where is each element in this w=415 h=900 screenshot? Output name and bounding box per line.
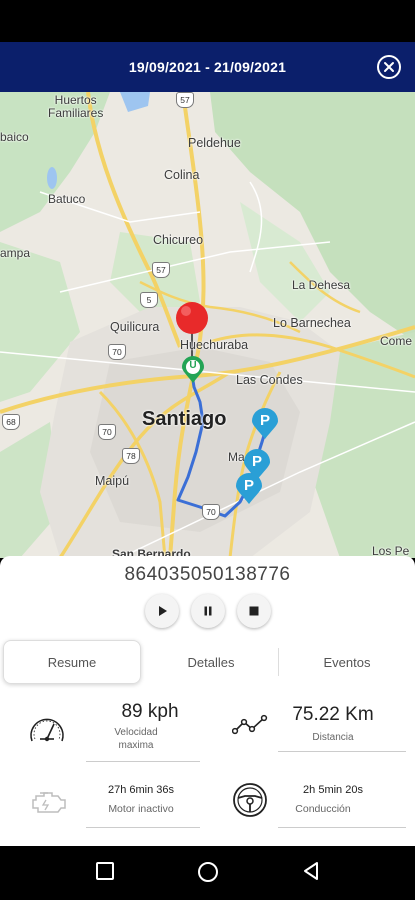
route-shield: 57 — [152, 262, 170, 278]
map-label-ampa: ampa — [0, 246, 31, 260]
pause-button[interactable] — [190, 594, 225, 628]
play-icon — [158, 606, 167, 616]
tab-eventos-label: Eventos — [323, 654, 371, 670]
play-button[interactable] — [144, 594, 179, 628]
tab-detalles[interactable]: Detalles — [143, 640, 279, 684]
route-distance-icon — [231, 714, 268, 741]
driving-time-value: 2h 5min 20s — [303, 784, 363, 796]
map-canvas — [0, 92, 415, 558]
steering-wheel-icon — [231, 781, 269, 824]
driving-time-label: Conducción — [295, 803, 351, 815]
home-icon — [198, 862, 218, 882]
stat-divider — [278, 827, 406, 828]
distance-label: Distancia — [312, 732, 354, 743]
route-shield: 70 — [98, 424, 116, 440]
back-icon — [304, 862, 318, 880]
parking-marker-label: P — [243, 477, 254, 494]
map-label-lo-barnechea: Lo Barnechea — [273, 316, 351, 330]
stat-divider — [86, 761, 200, 762]
route-shield: 70 — [202, 504, 220, 520]
map-label-batuco: Batuco — [48, 192, 86, 206]
tab-resume[interactable]: Resume — [3, 640, 141, 684]
map-label-huertos: Huertos Familiares — [48, 93, 104, 120]
app-screen: 19/09/2021 - 21/09/2021 Huertos Familiar… — [0, 0, 415, 900]
map-label-santiago: Santiago — [142, 408, 227, 430]
idle-time-value: 27h 6min 36s — [107, 784, 175, 796]
map-label-las-condes: Las Condes — [236, 373, 303, 387]
close-icon — [384, 62, 394, 72]
max-speed-value: 89 kph — [121, 701, 179, 722]
stop-button[interactable] — [236, 594, 271, 628]
distance-value: 75.22 Km — [292, 704, 374, 725]
pause-icon — [204, 606, 211, 616]
parking-marker[interactable]: P — [251, 408, 279, 440]
stat-divider — [86, 827, 200, 828]
route-shield: 57 — [176, 92, 194, 108]
back-button[interactable] — [300, 860, 322, 887]
tab-resume-label: Resume — [47, 654, 97, 670]
start-marker[interactable]: U — [181, 356, 205, 384]
device-id: 864035050138776 — [124, 564, 291, 585]
route-shield: 78 — [122, 448, 140, 464]
map-label-huechuraba: Huechuraba — [180, 338, 249, 352]
parking-marker-label: P — [251, 453, 262, 470]
stat-divider — [278, 751, 406, 752]
parking-marker[interactable]: P — [235, 473, 263, 505]
route-shield: 5 — [140, 292, 158, 308]
close-button[interactable] — [377, 55, 401, 79]
system-nav-bar — [0, 846, 415, 900]
idle-time-label: Motor inactivo — [108, 803, 174, 815]
map-label-come: Come — [380, 334, 413, 348]
engine-icon — [28, 788, 68, 821]
route-shield: 70 — [108, 344, 126, 360]
tab-bar: Resume Detalles Eventos — [0, 640, 415, 684]
speedometer-icon — [28, 713, 66, 752]
status-bar — [0, 0, 415, 42]
map-label-colina: Colina — [164, 168, 200, 182]
recents-button[interactable] — [94, 860, 116, 887]
map-label-quilicura: Quilicura — [110, 320, 160, 334]
map-label-peldehue: Peldehue — [188, 136, 241, 150]
max-speed-label: Velocidad maxima — [114, 727, 158, 751]
map-label-chicureo: Chicureo — [153, 233, 204, 247]
playback-controls — [0, 594, 415, 628]
trip-summary-panel: 864035050138776 Resume Detalles Eventos — [0, 556, 415, 846]
map-label-maipu: Maipú — [95, 474, 130, 488]
start-marker-label: U — [189, 360, 197, 371]
recents-icon — [96, 862, 114, 880]
map-label-la-dehesa: La Dehesa — [292, 278, 351, 292]
route-shield: 68 — [2, 414, 20, 430]
home-button[interactable] — [196, 860, 220, 889]
tab-detalles-label: Detalles — [187, 654, 235, 670]
tab-eventos[interactable]: Eventos — [279, 640, 415, 684]
header-bar: 19/09/2021 - 21/09/2021 — [0, 42, 415, 92]
route-map[interactable]: Huertos Familiares Peldehue baico Colina… — [0, 92, 415, 558]
parking-marker-label: P — [259, 412, 270, 429]
map-label-baico: baico — [0, 130, 29, 144]
date-range-title: 19/09/2021 - 21/09/2021 — [128, 59, 287, 75]
stop-icon — [249, 606, 258, 616]
